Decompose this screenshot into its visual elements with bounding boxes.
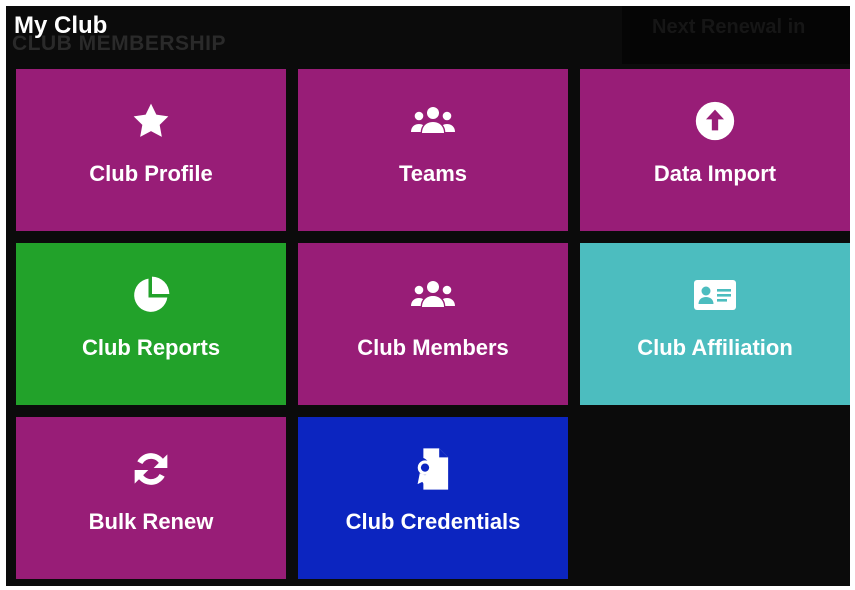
club-profile-label: Club Profile (89, 161, 213, 186)
club-profile-tile[interactable]: Club Profile (16, 69, 286, 231)
club-reports-tile[interactable]: Club Reports (16, 243, 286, 405)
id-card-icon (693, 273, 737, 317)
data-import-label: Data Import (653, 161, 777, 186)
panel-header: CLUB MEMBERSHIP My Club Next Renewal in (6, 6, 850, 64)
star-icon (129, 99, 173, 143)
club-affiliation-tile[interactable]: Club Affiliation (580, 243, 850, 405)
club-reports-label: Club Reports (81, 335, 221, 360)
file-certificate-icon (411, 447, 455, 491)
background-ghost-panel: Next Renewal in (622, 6, 850, 64)
my-club-panel: CLUB MEMBERSHIP My Club Next Renewal in … (6, 6, 850, 586)
pie-chart-icon (129, 273, 173, 317)
club-credentials-label: Club Credentials (345, 509, 521, 534)
users-icon (411, 99, 455, 143)
teams-tile[interactable]: Teams (298, 69, 568, 231)
club-affiliation-label: Club Affiliation (637, 335, 793, 360)
club-members-label: Club Members (357, 335, 509, 360)
page-title: My Club (14, 12, 108, 39)
club-credentials-tile[interactable]: Club Credentials (298, 417, 568, 579)
bulk-renew-tile[interactable]: Bulk Renew (16, 417, 286, 579)
club-members-tile[interactable]: Club Members (298, 243, 568, 405)
teams-label: Teams (398, 161, 468, 186)
sync-icon (129, 447, 173, 491)
background-ghost-renewal-text: Next Renewal in (652, 16, 806, 38)
bulk-renew-label: Bulk Renew (88, 509, 214, 534)
users-icon (411, 273, 455, 317)
upload-circle-icon (693, 99, 737, 143)
data-import-tile[interactable]: Data Import (580, 69, 850, 231)
